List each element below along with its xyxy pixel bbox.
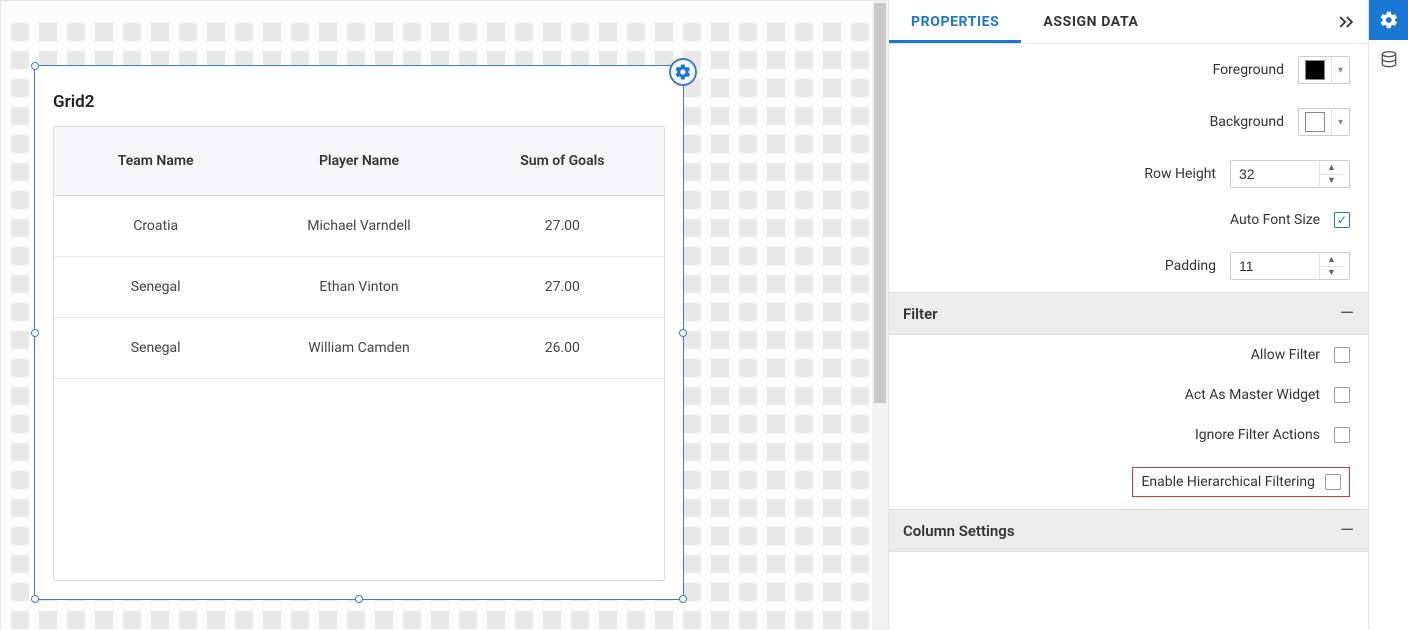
prop-label: Enable Hierarchical Filtering — [1141, 474, 1325, 490]
prop-label: Allow Filter — [907, 347, 1334, 363]
row-height-input[interactable] — [1231, 161, 1319, 187]
grid-cell: Michael Varndell — [257, 196, 460, 256]
tab-assign-data[interactable]: ASSIGN DATA — [1021, 0, 1160, 43]
resize-handle-se[interactable] — [679, 595, 687, 603]
grid-header-cell[interactable]: Sum of Goals — [461, 127, 664, 195]
collapse-section-icon: — — [1340, 303, 1354, 324]
prop-label: Auto Font Size — [907, 212, 1334, 228]
auto-font-size-checkbox[interactable] — [1334, 212, 1350, 228]
prop-padding: Padding ▲ ▼ — [889, 240, 1368, 292]
grid-row[interactable]: Senegal Ethan Vinton 27.00 — [54, 257, 664, 318]
widget-title: Grid2 — [53, 92, 94, 112]
grid-cell: 27.00 — [461, 196, 664, 256]
prop-foreground: Foreground ▾ — [889, 44, 1368, 96]
prop-label: Padding — [907, 258, 1230, 274]
grid-row[interactable]: Croatia Michael Varndell 27.00 — [54, 196, 664, 257]
section-column-settings-header[interactable]: Column Settings — — [889, 509, 1368, 552]
allow-filter-checkbox[interactable] — [1334, 347, 1350, 363]
design-canvas[interactable]: Grid2 Team Name Player Name Sum of Goals… — [0, 0, 888, 630]
grid-header-row: Team Name Player Name Sum of Goals — [54, 127, 664, 196]
grid-header-cell[interactable]: Team Name — [54, 127, 257, 195]
prop-allow-filter: Allow Filter — [889, 335, 1368, 375]
collapse-section-icon: — — [1340, 520, 1354, 541]
grid-header-cell[interactable]: Player Name — [257, 127, 460, 195]
foreground-swatch — [1305, 60, 1325, 80]
grid-cell: Ethan Vinton — [257, 257, 460, 317]
resize-handle-nw[interactable] — [31, 62, 39, 70]
scrollbar-thumb[interactable] — [874, 3, 886, 403]
prop-master-widget: Act As Master Widget — [889, 375, 1368, 415]
prop-label: Ignore Filter Actions — [907, 427, 1334, 443]
grid-cell: Senegal — [54, 257, 257, 317]
panel-scroll-body[interactable]: Foreground ▾ Background ▾ Row Height — [889, 44, 1368, 630]
panel-tabs: PROPERTIES ASSIGN DATA — [889, 0, 1368, 44]
grid-row[interactable]: Senegal William Camden 26.00 — [54, 318, 664, 379]
resize-handle-w[interactable] — [31, 329, 39, 337]
side-tool-strip — [1368, 0, 1408, 630]
resize-handle-e[interactable] — [679, 329, 687, 337]
step-down-icon[interactable]: ▼ — [1320, 175, 1343, 188]
background-swatch — [1305, 112, 1325, 132]
section-title: Column Settings — [903, 522, 1015, 540]
grid-cell: William Camden — [257, 318, 460, 378]
section-filter-header[interactable]: Filter — — [889, 292, 1368, 335]
grid-cell: 26.00 — [461, 318, 664, 378]
step-up-icon[interactable]: ▲ — [1320, 253, 1343, 267]
foreground-color-picker[interactable]: ▾ — [1298, 56, 1350, 84]
prop-label: Foreground — [907, 62, 1298, 78]
prop-row-height: Row Height ▲ ▼ — [889, 148, 1368, 200]
highlighted-option: Enable Hierarchical Filtering — [1132, 467, 1350, 497]
canvas-vertical-scrollbar[interactable] — [872, 1, 888, 630]
prop-label: Act As Master Widget — [907, 387, 1334, 403]
tool-data-source-icon[interactable] — [1369, 40, 1408, 80]
padding-stepper[interactable]: ▲ ▼ — [1230, 252, 1350, 280]
prop-auto-font-size: Auto Font Size — [889, 200, 1368, 240]
resize-handle-sw[interactable] — [31, 595, 39, 603]
step-down-icon[interactable]: ▼ — [1320, 267, 1343, 280]
grid-cell: 27.00 — [461, 257, 664, 317]
prop-label: Row Height — [907, 166, 1230, 182]
prop-hierarchical-filtering: Enable Hierarchical Filtering — [889, 455, 1368, 509]
tab-properties[interactable]: PROPERTIES — [889, 0, 1021, 43]
section-title: Filter — [903, 305, 938, 323]
resize-handle-s[interactable] — [355, 595, 363, 603]
padding-input[interactable] — [1231, 253, 1319, 279]
widget-settings-gear-icon[interactable] — [669, 58, 697, 86]
properties-panel: PROPERTIES ASSIGN DATA Foreground ▾ Back… — [888, 0, 1408, 630]
step-up-icon[interactable]: ▲ — [1320, 161, 1343, 175]
background-color-picker[interactable]: ▾ — [1298, 108, 1350, 136]
grid-cell: Croatia — [54, 196, 257, 256]
prop-background: Background ▾ — [889, 96, 1368, 148]
prop-label: Background — [907, 114, 1298, 130]
master-widget-checkbox[interactable] — [1334, 387, 1350, 403]
panel-collapse-button[interactable] — [1332, 8, 1360, 36]
prop-ignore-filter-actions: Ignore Filter Actions — [889, 415, 1368, 455]
chevron-down-icon: ▾ — [1331, 57, 1349, 83]
tool-properties-gear-icon[interactable] — [1369, 0, 1408, 40]
hierarchical-filtering-checkbox[interactable] — [1325, 474, 1341, 490]
grid-table: Team Name Player Name Sum of Goals Croat… — [53, 126, 665, 581]
selected-widget-grid2[interactable]: Grid2 Team Name Player Name Sum of Goals… — [34, 65, 684, 600]
ignore-filter-actions-checkbox[interactable] — [1334, 427, 1350, 443]
chevron-down-icon: ▾ — [1331, 109, 1349, 135]
row-height-stepper[interactable]: ▲ ▼ — [1230, 160, 1350, 188]
grid-cell: Senegal — [54, 318, 257, 378]
